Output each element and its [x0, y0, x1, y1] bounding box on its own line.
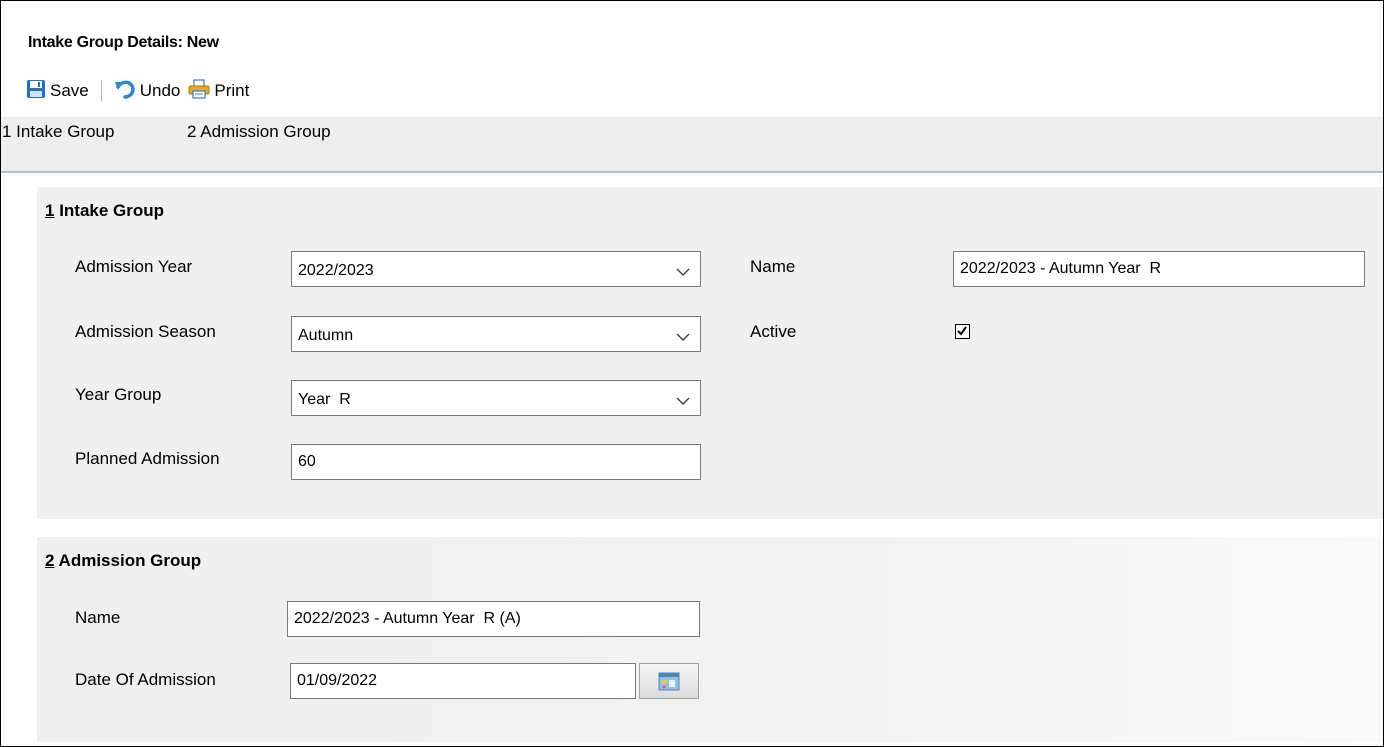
name-input[interactable]: 2022/2023 - Autumn Year R [953, 251, 1365, 287]
undo-label: Undo [139, 81, 181, 100]
undo-button[interactable]: Undo [114, 79, 181, 104]
section-tab-strip: 1 Intake Group 2 Admission Group [1, 117, 1383, 173]
admission-group-panel: 2 Admission Group Name 2022/2023 - Autum… [37, 537, 1383, 742]
chevron-down-icon [676, 264, 690, 282]
name-label: Name [750, 257, 796, 276]
intake-group-panel: 1 Intake Group Admission Year 2022/2023 … [37, 187, 1383, 519]
calendar-picker-button[interactable] [639, 663, 699, 699]
planned-admission-input[interactable]: 60 [291, 444, 701, 480]
print-label: Print [214, 81, 250, 100]
window-title: Intake Group Details: New [28, 34, 219, 51]
printer-icon [188, 78, 214, 104]
tab-intake-group[interactable]: 1 Intake Group [2, 122, 114, 142]
save-label: Save [50, 81, 89, 100]
planned-admission-label: Planned Admission [75, 449, 220, 468]
intake-group-section-title: 1 Intake Group [45, 201, 164, 221]
year-group-dropdown[interactable]: Year R [291, 380, 701, 416]
admission-year-dropdown[interactable]: 2022/2023 [291, 251, 701, 287]
floppy-disk-icon [26, 79, 50, 104]
undo-arrow-icon [114, 79, 140, 104]
chevron-down-icon [676, 393, 690, 411]
save-button[interactable]: Save [26, 79, 89, 104]
admission-group-section-title: 2 Admission Group [45, 551, 201, 571]
active-checkbox[interactable] [955, 324, 970, 339]
admission-season-label: Admission Season [75, 322, 216, 341]
intake-group-details-window: Intake Group Details: New Save Undo Prin… [0, 0, 1384, 747]
admission-season-value: Autumn [298, 327, 354, 344]
date-of-admission-label: Date Of Admission [75, 670, 216, 689]
chevron-down-icon [676, 329, 690, 347]
date-of-admission-input[interactable]: 01/09/2022 [290, 663, 636, 699]
admission-name-label: Name [75, 608, 121, 627]
admission-year-value: 2022/2023 [298, 262, 374, 279]
section-title-text: Intake Group [54, 201, 165, 220]
section-title-text: Admission Group [54, 551, 202, 570]
tab-admission-group[interactable]: 2 Admission Group [187, 122, 331, 142]
year-group-value: Year R [298, 391, 351, 408]
print-button[interactable]: Print [188, 78, 250, 104]
admission-name-input[interactable]: 2022/2023 - Autumn Year R (A) [287, 601, 700, 637]
admission-season-dropdown[interactable]: Autumn [291, 316, 701, 352]
toolbar: Save Undo Print [26, 77, 249, 105]
toolbar-separator [100, 80, 102, 102]
year-group-label: Year Group [75, 385, 162, 404]
active-label: Active [750, 322, 797, 341]
admission-year-label: Admission Year [75, 257, 193, 276]
